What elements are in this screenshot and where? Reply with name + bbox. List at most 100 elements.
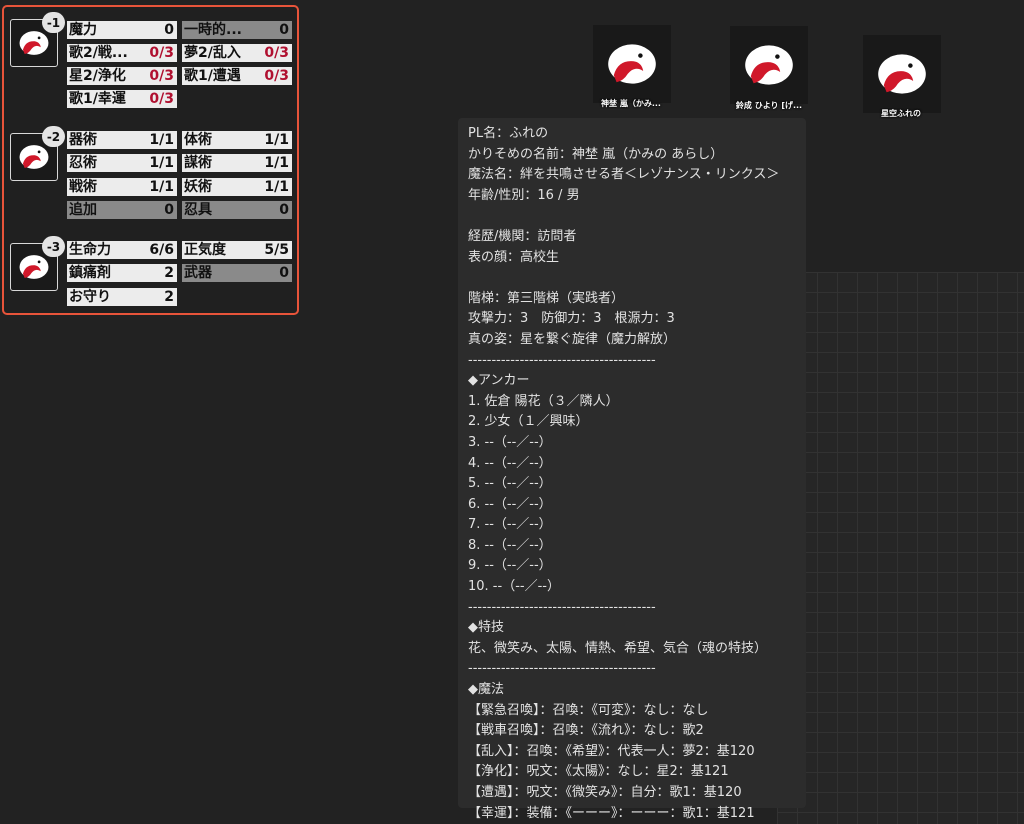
magic-entry: 【戦車召喚】：召喚：《流れ》：なし：歌2 — [468, 723, 704, 739]
anchor-entry: 3. --（--／--） — [468, 434, 552, 450]
stat-label: 体術 — [184, 132, 212, 148]
token-label-1: 神埜 嵐（かみ... — [601, 99, 661, 108]
stat-label: 生命力 — [69, 242, 111, 258]
stat-ninja-art[interactable]: 忍術 1/1 — [67, 154, 177, 172]
anchor-entry: 5. --（--／--） — [468, 476, 552, 492]
stat-label: 武器 — [184, 265, 212, 281]
detail-line — [468, 268, 806, 289]
anchor-entry: 7. --（--／--） — [468, 517, 552, 533]
detail-line: 攻撃力：3 防御力：3 根源力：3 — [468, 311, 675, 327]
stat-label: 戦術 — [69, 179, 97, 195]
section-heading: ◆アンカー — [468, 373, 530, 389]
stat-value: 0/3 — [149, 45, 174, 61]
magic-entry: 【緊急召喚】：召喚：《可変》：なし：なし — [468, 702, 709, 718]
stat-value: 2 — [164, 289, 174, 305]
stat-sorcery[interactable]: 妖術 1/1 — [182, 178, 292, 196]
stat-song2-chariot[interactable]: 歌2/戦... 0/3 — [67, 44, 177, 62]
stat-song1-encounter[interactable]: 歌1/遭遇 0/3 — [182, 67, 292, 85]
stat-label: 忍具 — [184, 202, 212, 218]
stat-hp[interactable]: 生命力 6/6 — [67, 241, 177, 259]
character-token-3[interactable] — [863, 35, 941, 113]
divider-line: ---------------------------------------- — [468, 661, 656, 677]
detail-line: 表の顔：高校生 — [468, 249, 560, 265]
stat-label: 忍術 — [69, 155, 97, 171]
group-badge: -2 — [42, 126, 65, 147]
divider-line: ---------------------------------------- — [468, 352, 656, 368]
stat-value: 5/5 — [264, 242, 289, 258]
stat-extra[interactable]: 追加 0 — [67, 201, 177, 219]
stat-label: 歌1/遭遇 — [184, 68, 241, 84]
bird-icon — [19, 255, 49, 279]
section-heading: ◆魔法 — [468, 682, 504, 698]
character-token-1[interactable] — [593, 25, 671, 103]
stat-value: 0 — [164, 202, 174, 218]
stat-temporary[interactable]: 一時的... 0 — [182, 21, 292, 39]
anchor-entry: 6. --（--／--） — [468, 496, 552, 512]
stat-ninja-tools[interactable]: 忍具 0 — [182, 201, 292, 219]
stat-label: 謀術 — [184, 155, 212, 171]
token-label-3: 星空ふれの — [881, 109, 921, 118]
skill-list: 花、微笑み、太陽、情熱、希望、気合（魂の特技） — [468, 640, 768, 656]
bird-icon — [878, 54, 926, 94]
detail-line: 魔法名：絆を共鳴させる者＜レゾナンス・リンクス＞ — [468, 167, 780, 183]
detail-line: 年齢/性別：16 / 男 — [468, 187, 580, 203]
character-token-2[interactable] — [730, 26, 808, 104]
stat-value: 1/1 — [149, 132, 174, 148]
stat-painkiller[interactable]: 鎮痛剤 2 — [67, 264, 177, 282]
detail-line: かりそめの名前：神埜 嵐（かみの あらし） — [468, 146, 724, 162]
magic-entry: 【幸運】：装備：《ーーー》：ーーー：歌1：基121 — [468, 805, 755, 821]
section-heading: ◆特技 — [468, 620, 504, 636]
stat-label: 歌1/幸運 — [69, 91, 126, 107]
bird-icon — [608, 44, 656, 84]
character-status-panel[interactable]: -1 魔力 0 一時的... 0 歌2/戦... 0/3 夢2/乱入 0/3 星… — [2, 5, 299, 315]
anchor-entry: 9. --（--／--） — [468, 558, 552, 574]
stat-value: 0 — [279, 202, 289, 218]
stat-value: 0/3 — [149, 68, 174, 84]
anchor-entry: 4. --（--／--） — [468, 455, 552, 471]
bird-icon — [19, 145, 49, 169]
stat-label: 妖術 — [184, 179, 212, 195]
stat-label: 夢2/乱入 — [184, 45, 241, 61]
stat-value: 0 — [279, 265, 289, 281]
detail-line: 真の姿：星を繋ぐ旋律（魔力解放） — [468, 331, 677, 347]
stat-value: 1/1 — [149, 155, 174, 171]
detail-line — [468, 206, 806, 227]
stat-mana[interactable]: 魔力 0 — [67, 21, 177, 39]
stat-star2-purify[interactable]: 星2/浄化 0/3 — [67, 67, 177, 85]
group-badge: -3 — [42, 236, 65, 257]
detail-line: PL名：ふれの — [468, 126, 549, 141]
stat-label: 器術 — [69, 132, 97, 148]
detail-line: 階梯：第三階梯（実践者） — [468, 290, 625, 306]
magic-entry: 【浄化】：呪文：《太陽》：なし：星2：基121 — [468, 764, 729, 780]
group-badge: -1 — [42, 12, 65, 33]
divider-line: ---------------------------------------- — [468, 599, 656, 615]
stat-label: 魔力 — [69, 22, 97, 38]
stat-body-art[interactable]: 体術 1/1 — [182, 131, 292, 149]
stat-label: 一時的... — [184, 22, 242, 38]
stat-scheme-art[interactable]: 謀術 1/1 — [182, 154, 292, 172]
anchor-entry: 1. 佐倉 陽花（３／隣人） — [468, 393, 619, 409]
stat-label: 追加 — [69, 202, 97, 218]
stat-weapon[interactable]: 武器 0 — [182, 264, 292, 282]
bird-icon — [745, 45, 793, 85]
character-detail-tooltip: PL名：ふれの かりそめの名前：神埜 嵐（かみの あらし） 魔法名：絆を共鳴させ… — [458, 118, 806, 821]
board-grid[interactable] — [777, 272, 1024, 824]
stat-dream2-intrude[interactable]: 夢2/乱入 0/3 — [182, 44, 292, 62]
anchor-entry: 2. 少女（１／興味） — [468, 414, 589, 430]
stat-value: 1/1 — [264, 132, 289, 148]
stat-value: 0 — [279, 22, 289, 38]
stat-label: 歌2/戦... — [69, 45, 128, 61]
stat-value: 0/3 — [149, 91, 174, 107]
stat-sanity[interactable]: 正気度 5/5 — [182, 241, 292, 259]
stat-value: 6/6 — [149, 242, 174, 258]
stat-tactics[interactable]: 戦術 1/1 — [67, 178, 177, 196]
magic-entry: 【遭遇】：呪文：《微笑み》：自分：歌1：基120 — [468, 785, 742, 800]
stat-value: 1/1 — [264, 179, 289, 195]
stat-weapon-art[interactable]: 器術 1/1 — [67, 131, 177, 149]
magic-entry: 【乱入】：召喚：《希望》：代表一人：夢2：基120 — [468, 743, 755, 759]
stat-value: 1/1 — [149, 179, 174, 195]
stat-value: 0/3 — [264, 45, 289, 61]
bird-icon — [19, 31, 49, 55]
stat-amulet[interactable]: お守り 2 — [67, 288, 177, 306]
stat-song1-luck[interactable]: 歌1/幸運 0/3 — [67, 90, 177, 108]
